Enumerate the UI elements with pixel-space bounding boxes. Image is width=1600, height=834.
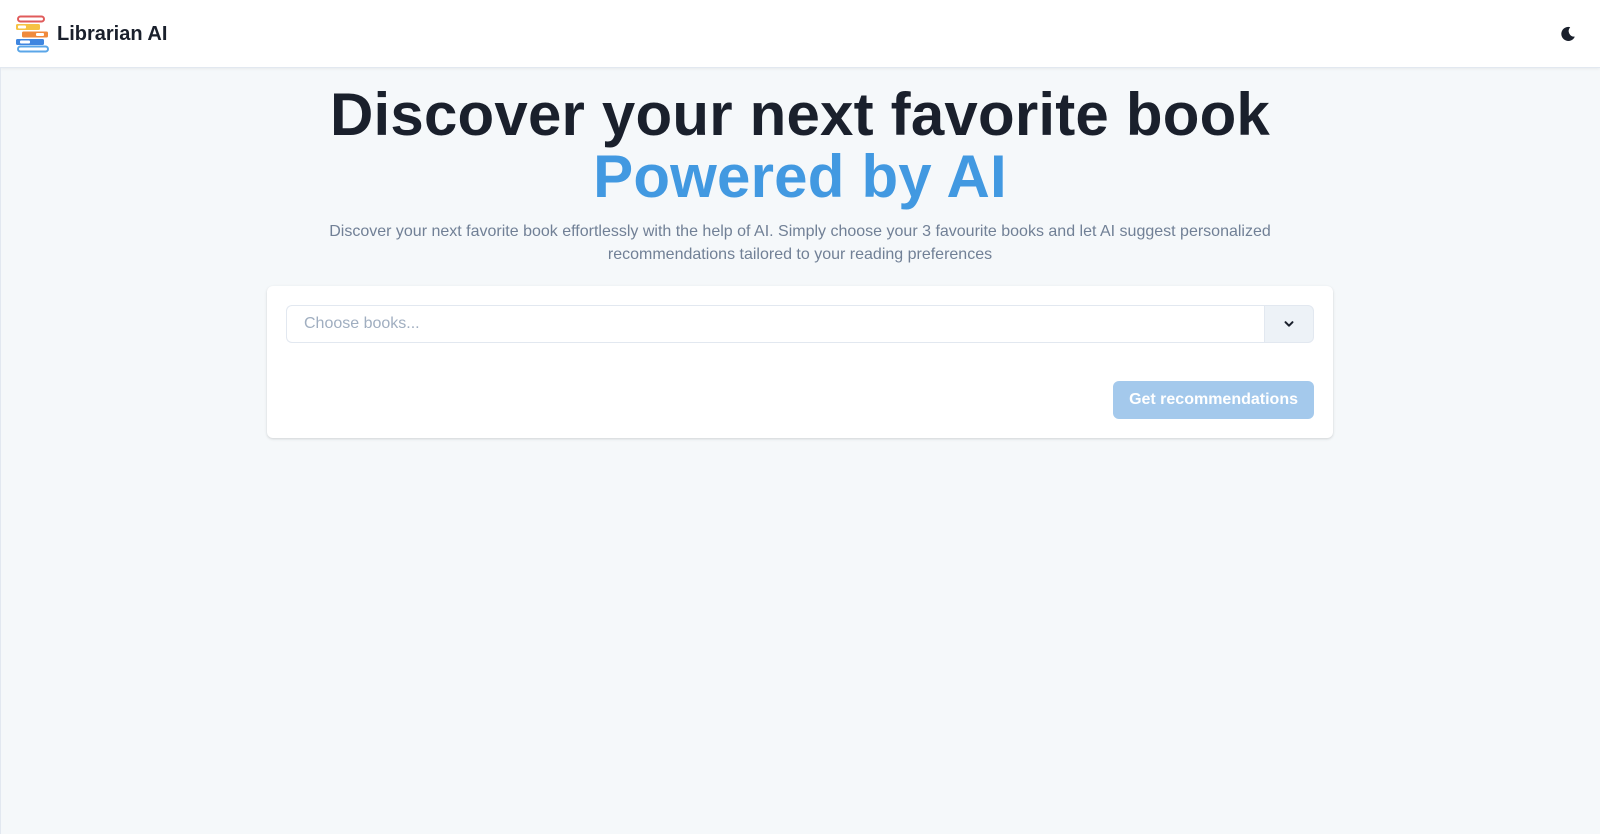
brand-home-link[interactable]: Librarian AI — [14, 15, 167, 53]
app-name: Librarian AI — [57, 23, 168, 45]
get-recommendations-button[interactable]: Get recommendations — [1113, 381, 1314, 419]
theme-toggle-button[interactable] — [1552, 18, 1584, 50]
book-select-toggle-button[interactable] — [1264, 305, 1314, 343]
moon-icon — [1561, 26, 1575, 41]
book-select-input[interactable] — [286, 305, 1264, 343]
top-navbar: Librarian AI — [0, 0, 1600, 68]
book-stack-icon — [16, 15, 49, 53]
book-select[interactable] — [286, 305, 1314, 343]
hero-section: Discover your next favorite book Powered… — [0, 84, 1600, 208]
hero-title: Discover your next favorite book Powered… — [0, 84, 1600, 208]
hero-title-line1: Discover your next favorite book — [329, 81, 1270, 148]
chevron-down-icon — [1284, 321, 1294, 327]
hero-subtitle: Discover your next favorite book effortl… — [329, 223, 1271, 263]
hero-title-accent: Powered by AI — [593, 143, 1007, 210]
recommendation-form-card: Get recommendations — [267, 286, 1333, 438]
